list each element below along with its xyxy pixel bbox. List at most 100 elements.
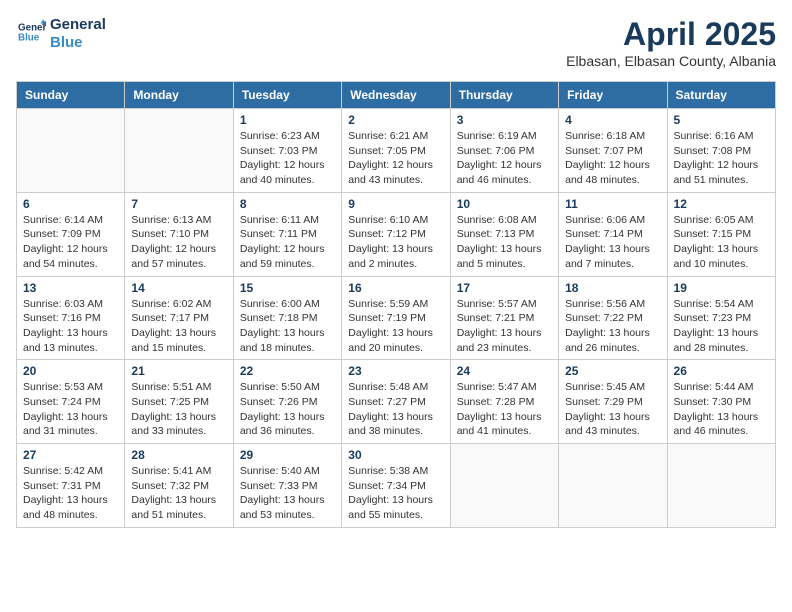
weekday-header: Monday [125, 82, 233, 109]
day-info: Sunrise: 5:57 AMSunset: 7:21 PMDaylight:… [457, 297, 552, 356]
day-info: Sunrise: 6:08 AMSunset: 7:13 PMDaylight:… [457, 213, 552, 272]
day-number: 13 [23, 281, 118, 295]
day-number: 17 [457, 281, 552, 295]
day-number: 25 [565, 364, 660, 378]
logo-icon: General Blue [18, 18, 46, 46]
day-number: 24 [457, 364, 552, 378]
weekday-header: Thursday [450, 82, 558, 109]
day-info: Sunrise: 6:03 AMSunset: 7:16 PMDaylight:… [23, 297, 118, 356]
calendar-cell: 2 Sunrise: 6:21 AMSunset: 7:05 PMDaylight… [342, 109, 450, 193]
calendar-cell [559, 444, 667, 528]
calendar-cell: 19 Sunrise: 5:54 AMSunset: 7:23 PMDayligh… [667, 276, 775, 360]
day-info: Sunrise: 6:23 AMSunset: 7:03 PMDaylight:… [240, 129, 335, 188]
calendar-cell: 3 Sunrise: 6:19 AMSunset: 7:06 PMDaylight… [450, 109, 558, 193]
day-info: Sunrise: 5:54 AMSunset: 7:23 PMDaylight:… [674, 297, 769, 356]
calendar-cell: 9 Sunrise: 6:10 AMSunset: 7:12 PMDaylight… [342, 192, 450, 276]
calendar-cell: 30Sunrise: 5:38 AMSunset: 7:34 PMDayligh… [342, 444, 450, 528]
day-info: Sunrise: 6:21 AMSunset: 7:05 PMDaylight:… [348, 129, 443, 188]
day-number: 1 [240, 113, 335, 127]
day-number: 16 [348, 281, 443, 295]
calendar-cell: 27Sunrise: 5:42 AMSunset: 7:31 PMDayligh… [17, 444, 125, 528]
day-info: Sunrise: 5:40 AMSunset: 7:33 PMDaylight:… [240, 464, 335, 523]
weekday-header: Friday [559, 82, 667, 109]
calendar-cell [667, 444, 775, 528]
page-header: General Blue General Blue April 2025 Elb… [16, 16, 776, 69]
calendar-cell: 18Sunrise: 5:56 AMSunset: 7:22 PMDayligh… [559, 276, 667, 360]
calendar-week-row: 1 Sunrise: 6:23 AMSunset: 7:03 PMDaylight… [17, 109, 776, 193]
calendar-cell: 5 Sunrise: 6:16 AMSunset: 7:08 PMDaylight… [667, 109, 775, 193]
day-number: 8 [240, 197, 335, 211]
day-number: 2 [348, 113, 443, 127]
calendar-cell: 26Sunrise: 5:44 AMSunset: 7:30 PMDayligh… [667, 360, 775, 444]
calendar-cell: 6Sunrise: 6:14 AMSunset: 7:09 PMDaylight… [17, 192, 125, 276]
calendar-cell: 28 Sunrise: 5:41 AMSunset: 7:32 PMDayligh… [125, 444, 233, 528]
calendar-cell [17, 109, 125, 193]
day-info: Sunrise: 6:18 AMSunset: 7:07 PMDaylight:… [565, 129, 660, 188]
day-info: Sunrise: 5:47 AMSunset: 7:28 PMDaylight:… [457, 380, 552, 439]
day-number: 22 [240, 364, 335, 378]
weekday-header: Sunday [17, 82, 125, 109]
day-info: Sunrise: 5:45 AMSunset: 7:29 PMDaylight:… [565, 380, 660, 439]
day-number: 7 [131, 197, 226, 211]
day-info: Sunrise: 5:38 AMSunset: 7:34 PMDaylight:… [348, 464, 443, 523]
day-number: 20 [23, 364, 118, 378]
day-info: Sunrise: 6:14 AMSunset: 7:09 PMDaylight:… [23, 213, 118, 272]
calendar-cell: 1 Sunrise: 6:23 AMSunset: 7:03 PMDaylight… [233, 109, 341, 193]
calendar-week-row: 6Sunrise: 6:14 AMSunset: 7:09 PMDaylight… [17, 192, 776, 276]
calendar-cell: 8 Sunrise: 6:11 AMSunset: 7:11 PMDaylight… [233, 192, 341, 276]
svg-text:Blue: Blue [18, 32, 40, 43]
day-number: 23 [348, 364, 443, 378]
calendar-cell: 17 Sunrise: 5:57 AMSunset: 7:21 PMDayligh… [450, 276, 558, 360]
day-info: Sunrise: 6:16 AMSunset: 7:08 PMDaylight:… [674, 129, 769, 188]
calendar-week-row: 20Sunrise: 5:53 AMSunset: 7:24 PMDayligh… [17, 360, 776, 444]
weekday-header: Tuesday [233, 82, 341, 109]
weekday-header: Wednesday [342, 82, 450, 109]
day-number: 28 [131, 448, 226, 462]
day-info: Sunrise: 5:50 AMSunset: 7:26 PMDaylight:… [240, 380, 335, 439]
day-number: 21 [131, 364, 226, 378]
day-number: 5 [674, 113, 769, 127]
calendar-cell [125, 109, 233, 193]
day-info: Sunrise: 5:44 AMSunset: 7:30 PMDaylight:… [674, 380, 769, 439]
calendar-cell: 16Sunrise: 5:59 AMSunset: 7:19 PMDayligh… [342, 276, 450, 360]
day-number: 19 [674, 281, 769, 295]
day-info: Sunrise: 5:51 AMSunset: 7:25 PMDaylight:… [131, 380, 226, 439]
weekday-header: Saturday [667, 82, 775, 109]
day-info: Sunrise: 5:41 AMSunset: 7:32 PMDaylight:… [131, 464, 226, 523]
calendar-cell: 4 Sunrise: 6:18 AMSunset: 7:07 PMDaylight… [559, 109, 667, 193]
calendar-week-row: 13 Sunrise: 6:03 AMSunset: 7:16 PMDayligh… [17, 276, 776, 360]
day-info: Sunrise: 5:56 AMSunset: 7:22 PMDaylight:… [565, 297, 660, 356]
logo: General Blue General Blue [16, 16, 106, 52]
day-info: Sunrise: 6:13 AMSunset: 7:10 PMDaylight:… [131, 213, 226, 272]
day-number: 3 [457, 113, 552, 127]
calendar-cell: 23 Sunrise: 5:48 AMSunset: 7:27 PMDayligh… [342, 360, 450, 444]
day-info: Sunrise: 6:00 AMSunset: 7:18 PMDaylight:… [240, 297, 335, 356]
page-subtitle: Elbasan, Elbasan County, Albania [566, 53, 776, 69]
day-info: Sunrise: 6:11 AMSunset: 7:11 PMDaylight:… [240, 213, 335, 272]
day-info: Sunrise: 5:42 AMSunset: 7:31 PMDaylight:… [23, 464, 118, 523]
calendar-cell: 13 Sunrise: 6:03 AMSunset: 7:16 PMDayligh… [17, 276, 125, 360]
calendar-week-row: 27Sunrise: 5:42 AMSunset: 7:31 PMDayligh… [17, 444, 776, 528]
day-info: Sunrise: 6:19 AMSunset: 7:06 PMDaylight:… [457, 129, 552, 188]
day-number: 29 [240, 448, 335, 462]
page-title: April 2025 [566, 16, 776, 53]
calendar-cell: 29 Sunrise: 5:40 AMSunset: 7:33 PMDayligh… [233, 444, 341, 528]
day-info: Sunrise: 5:48 AMSunset: 7:27 PMDaylight:… [348, 380, 443, 439]
calendar-cell: 11Sunrise: 6:06 AMSunset: 7:14 PMDayligh… [559, 192, 667, 276]
day-number: 4 [565, 113, 660, 127]
day-info: Sunrise: 6:10 AMSunset: 7:12 PMDaylight:… [348, 213, 443, 272]
calendar-cell: 14Sunrise: 6:02 AMSunset: 7:17 PMDayligh… [125, 276, 233, 360]
day-number: 9 [348, 197, 443, 211]
calendar-cell: 10Sunrise: 6:08 AMSunset: 7:13 PMDayligh… [450, 192, 558, 276]
calendar-cell: 20Sunrise: 5:53 AMSunset: 7:24 PMDayligh… [17, 360, 125, 444]
calendar-cell [450, 444, 558, 528]
calendar-cell: 15Sunrise: 6:00 AMSunset: 7:18 PMDayligh… [233, 276, 341, 360]
calendar-cell: 22 Sunrise: 5:50 AMSunset: 7:26 PMDayligh… [233, 360, 341, 444]
calendar-table: SundayMondayTuesdayWednesdayThursdayFrid… [16, 81, 776, 528]
day-number: 11 [565, 197, 660, 211]
logo-text-line1: General [50, 16, 106, 34]
day-number: 12 [674, 197, 769, 211]
calendar-cell: 25 Sunrise: 5:45 AMSunset: 7:29 PMDayligh… [559, 360, 667, 444]
day-info: Sunrise: 6:05 AMSunset: 7:15 PMDaylight:… [674, 213, 769, 272]
title-block: April 2025 Elbasan, Elbasan County, Alba… [566, 16, 776, 69]
